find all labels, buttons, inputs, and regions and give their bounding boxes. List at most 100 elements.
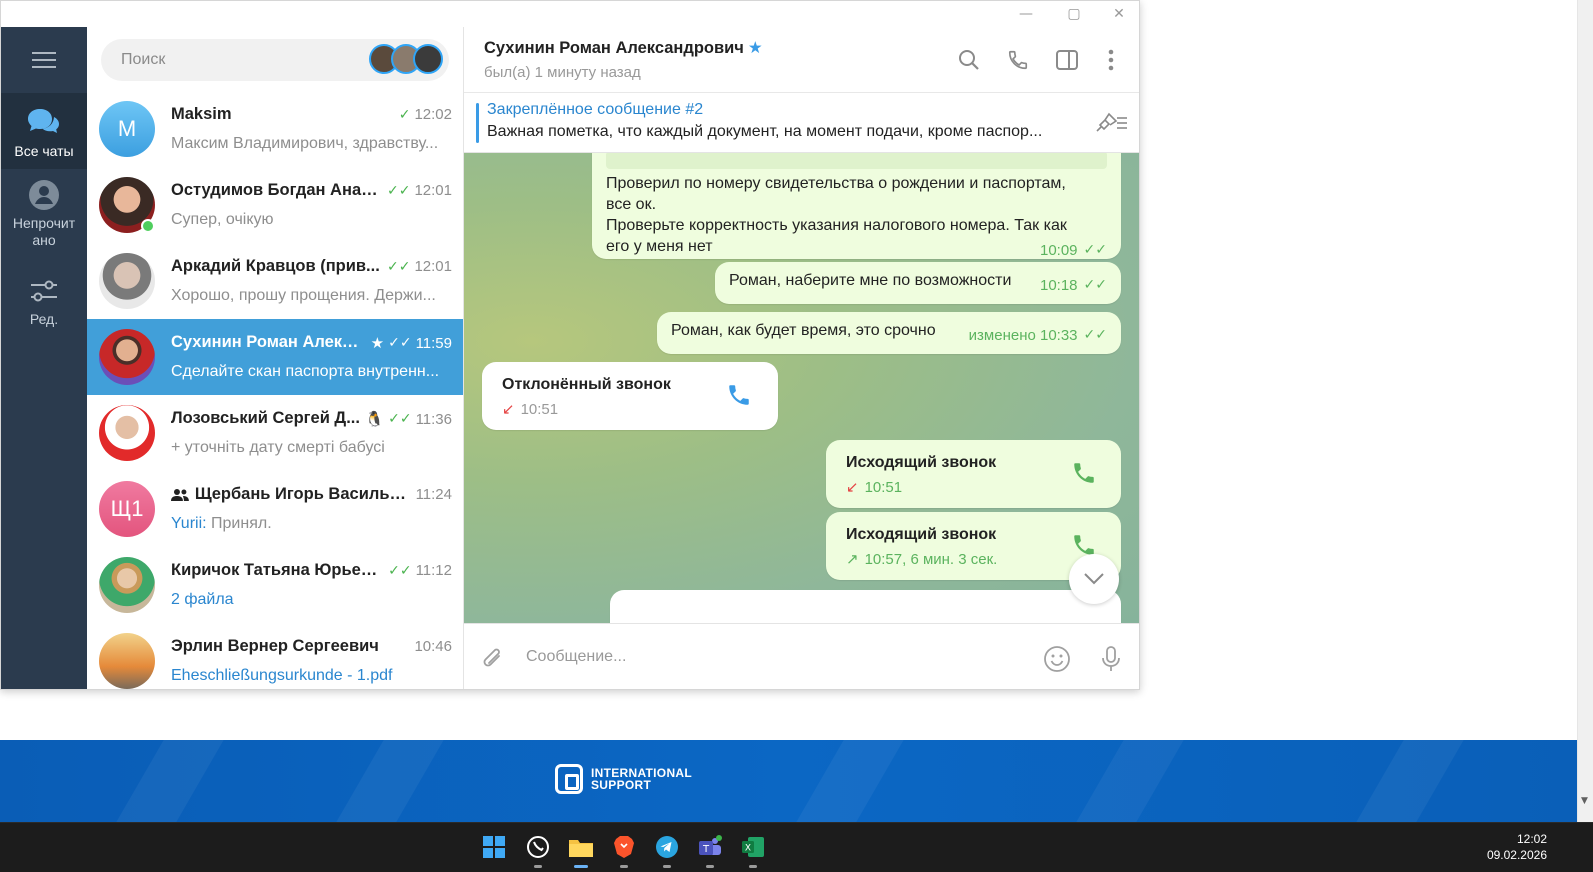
- chat-name: Эрлин Вернер Сергеевич: [171, 637, 379, 655]
- close-icon: ✕: [1113, 6, 1125, 22]
- person-icon: [29, 180, 59, 210]
- chat-time: 11:36: [415, 410, 452, 428]
- message-text-line: Проверьте корректность указания налогово…: [606, 217, 1067, 234]
- read-check-icon: ✓✓: [388, 335, 412, 351]
- edit-folders-label: Ред.: [29, 311, 59, 327]
- minimize-button[interactable]: —: [1009, 3, 1043, 25]
- chat-item-kravtsov[interactable]: Аркадий Кравцов (прив... ✓✓ 12:01 Хорошо,…: [87, 243, 463, 319]
- support-logo-icon: [555, 764, 583, 794]
- international-support-logo[interactable]: INTERNATIONAL SUPPORT: [555, 764, 692, 794]
- chat-item-erlin[interactable]: Эрлин Вернер Сергеевич 10:46 Eheschließu…: [87, 623, 463, 689]
- online-indicator: [141, 219, 155, 233]
- file-explorer-taskbar-button[interactable]: [567, 833, 595, 868]
- message-area[interactable]: Проверил по номеру свидетельства о рожде…: [464, 153, 1139, 623]
- message-bubble-outgoing[interactable]: Роман, как будет время, это срочно измен…: [657, 312, 1121, 354]
- scroll-to-bottom-button[interactable]: [1069, 554, 1119, 604]
- chat-item-sukhinin[interactable]: Сухинин Роман Алекс... ★ ✓✓ 11:59 Сделайте…: [87, 319, 463, 395]
- pinned-list-button[interactable]: [1095, 111, 1129, 138]
- telegram-window: — ▢ ✕ Все чаты Непрочит ано Ред. Поиск M…: [0, 0, 1140, 690]
- chat-preview: 2 файла: [171, 591, 234, 608]
- conversation-pane: Сухинин Роман Александрович ★ был(а) 1 ми…: [464, 27, 1139, 689]
- close-button[interactable]: ✕: [1102, 3, 1136, 25]
- read-check-icon: ✓✓: [386, 258, 411, 275]
- callback-phone-icon[interactable]: [726, 382, 752, 408]
- outgoing-call-arrow-icon: ↗: [846, 550, 859, 568]
- telegram-taskbar-button[interactable]: [653, 833, 681, 868]
- read-check-icon: ✓: [398, 106, 411, 123]
- teams-taskbar-button[interactable]: T: [696, 833, 724, 868]
- folder-unread[interactable]: Непрочит ано: [1, 179, 87, 249]
- hamburger-icon: [32, 52, 56, 68]
- whatsapp-taskbar-button[interactable]: [524, 833, 552, 868]
- message-time: 10:18: [1039, 277, 1078, 294]
- chat-item-kirichok[interactable]: Киричок Татьяна Юрьев... ✓✓ 11:12 2 файла: [87, 547, 463, 623]
- chat-item-lozovsky[interactable]: Лозовський Сергей Д... 🐧 ✓✓ 11:36 + уточні…: [87, 395, 463, 471]
- message-bubble-outgoing[interactable]: Роман, наберите мне по возможности 10:18…: [715, 262, 1121, 304]
- message-input[interactable]: Сообщение...: [526, 648, 626, 666]
- message-text-line: все ок.: [606, 196, 657, 213]
- call-button[interactable]: [1005, 47, 1031, 73]
- preview-sender: Yurii:: [171, 515, 207, 532]
- attach-button[interactable]: [478, 644, 508, 674]
- message-text: Роман, как будет время, это срочно: [671, 322, 936, 339]
- avatar: Щ1: [99, 481, 155, 537]
- message-text-line: Проверил по номеру свидетельства о рожде…: [606, 175, 1066, 192]
- message-edited-time: изменено 10:33: [968, 327, 1078, 344]
- chat-item-maksim[interactable]: M Maksim ✓ 12:02 Максим Владимирович, здр…: [87, 91, 463, 167]
- read-check-icon: ✓✓: [388, 562, 412, 579]
- chat-time: 11:59: [415, 334, 452, 352]
- more-vertical-icon: [1108, 49, 1114, 71]
- read-check-icon: ✓✓: [388, 411, 412, 427]
- toggle-sidebar-button[interactable]: [1054, 47, 1080, 73]
- call-bubble-declined[interactable]: Отклонённый звонок ↙ 10:51: [482, 362, 778, 430]
- story-avatar: [413, 44, 443, 74]
- missed-call-arrow-icon: ↙: [502, 400, 515, 418]
- chat-time: 12:01: [414, 182, 452, 199]
- chat-preview: + уточніть дату смерті бабусі: [171, 439, 385, 456]
- excel-taskbar-button[interactable]: X: [739, 833, 767, 868]
- message-text: Роман, наберите мне по возможности: [729, 272, 1012, 289]
- stories-avatars[interactable]: [369, 44, 443, 74]
- search-box[interactable]: Поиск: [101, 39, 449, 81]
- chat-time: 12:02: [414, 106, 452, 123]
- chat-time: 10:46: [414, 638, 452, 655]
- brave-taskbar-button[interactable]: [610, 833, 638, 868]
- call-bubble-outgoing[interactable]: Исходящий звонок ↙ 10:51: [826, 440, 1121, 508]
- contact-status: был(а) 1 минуту назад: [484, 64, 641, 81]
- search-input[interactable]: Поиск: [121, 51, 165, 69]
- folder-icon: [569, 840, 593, 857]
- voice-message-button[interactable]: [1096, 644, 1126, 674]
- folder-all-chats[interactable]: Все чаты: [1, 93, 87, 169]
- system-clock[interactable]: 12:02 09.02.2026: [1487, 831, 1547, 863]
- chat-item-ostudimov[interactable]: Остудимов Богдан Анат... ✓✓ 12:01 Супер, …: [87, 167, 463, 243]
- message-bubble-partial[interactable]: [610, 590, 1121, 623]
- pinned-message-bar[interactable]: Закреплённое сообщение #2 Важная пометка…: [464, 93, 1139, 153]
- chat-time: 11:12: [415, 562, 452, 579]
- contact-name: Сухинин Роман Александрович: [484, 39, 744, 57]
- favorite-star-icon: ★: [747, 38, 763, 57]
- avatar: [99, 557, 155, 613]
- page-scrollbar[interactable]: [1577, 0, 1593, 822]
- conversation-header[interactable]: Сухинин Роман Александрович ★ был(а) 1 ми…: [464, 27, 1139, 93]
- call-time: 10:51: [520, 401, 559, 418]
- chevron-down-icon: [1084, 573, 1104, 585]
- telegram-icon: [656, 836, 678, 858]
- favorite-star-icon: ★: [370, 334, 385, 352]
- pinned-title: Закреплённое сообщение #2: [487, 101, 704, 118]
- call-title: Исходящий звонок: [846, 526, 997, 543]
- maximize-button[interactable]: ▢: [1057, 3, 1091, 25]
- search-button[interactable]: [956, 47, 982, 73]
- edit-folders[interactable]: Ред.: [1, 277, 87, 328]
- main-menu-button[interactable]: [1, 27, 87, 93]
- chat-time: 11:24: [415, 486, 452, 503]
- callback-phone-icon[interactable]: [1071, 460, 1097, 486]
- chat-preview: Принял.: [206, 515, 272, 532]
- start-button[interactable]: [480, 833, 508, 861]
- message-bubble-outgoing[interactable]: Проверил по номеру свидетельства о рожде…: [592, 153, 1121, 259]
- emoji-button[interactable]: [1042, 644, 1072, 674]
- chat-name: Киричок Татьяна Юрьев...: [171, 561, 381, 579]
- scroll-down-arrow-icon[interactable]: ▼: [1581, 796, 1588, 806]
- chat-item-shcherban[interactable]: Щ1 Щербань Игорь Василье... 11:24 Yurii:…: [87, 471, 463, 547]
- more-menu-button[interactable]: [1098, 47, 1124, 73]
- missed-call-arrow-icon: ↙: [846, 478, 859, 496]
